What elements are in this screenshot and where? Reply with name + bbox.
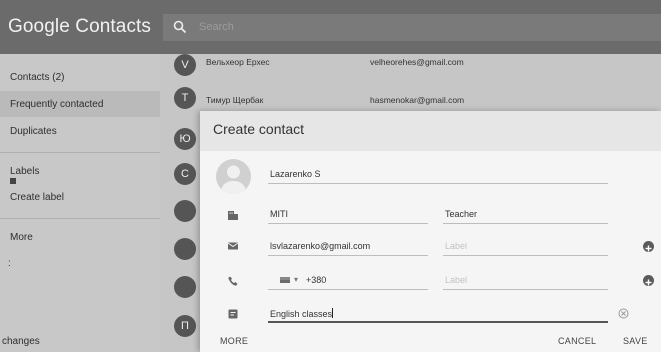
email-value: lsvlazarenko@gmail.com — [270, 241, 371, 251]
contact-avatar[interactable] — [174, 200, 196, 222]
job-title-value: Teacher — [445, 209, 478, 219]
add-phone-icon[interactable] — [643, 275, 654, 286]
building-icon — [228, 211, 238, 220]
sidebar-labels-heading: Labels — [10, 166, 40, 177]
dialog-header: Create contact — [200, 111, 661, 151]
sidebar-divider — [0, 152, 160, 153]
contact-name[interactable]: Тимур Щербак — [206, 95, 263, 105]
notes-field[interactable]: English classes — [268, 303, 608, 323]
contact-avatar[interactable]: П — [174, 315, 196, 337]
sidebar-item-colon: : — [8, 258, 11, 269]
sidebar-divider — [0, 218, 160, 219]
sidebar-item-changes[interactable]: changes — [2, 336, 40, 347]
email-icon — [227, 242, 239, 250]
notes-icon — [228, 309, 238, 319]
save-button[interactable]: SAVE — [623, 336, 648, 346]
phone-value: +380 — [306, 275, 327, 285]
search-icon[interactable] — [173, 20, 187, 34]
name-field[interactable]: Lazarenko S — [268, 164, 608, 184]
company-value: MITI — [270, 209, 288, 219]
chevron-down-icon[interactable]: ▾ — [294, 275, 298, 284]
notes-value: English classes — [270, 309, 333, 319]
phone-label-field[interactable]: Label — [443, 270, 608, 290]
phone-field[interactable]: ▾ +380 — [268, 270, 428, 290]
phone-icon — [228, 276, 238, 286]
sidebar-item-create-label[interactable]: Create label — [10, 192, 64, 203]
add-email-icon[interactable] — [643, 241, 654, 252]
search-input[interactable]: Search — [199, 21, 234, 33]
create-contact-dialog: Create contact Lazarenko S MITI Teacher … — [200, 111, 661, 352]
phone-label-placeholder: Label — [445, 275, 468, 285]
contact-avatar[interactable]: Ю — [174, 128, 196, 150]
search-bar[interactable]: Search — [163, 14, 661, 41]
sidebar-item-contacts[interactable]: Contacts (2) — [10, 72, 64, 83]
more-button[interactable]: MORE — [220, 336, 248, 346]
contact-photo[interactable] — [216, 159, 251, 194]
flag-icon[interactable] — [280, 277, 290, 283]
email-field[interactable]: lsvlazarenko@gmail.com — [268, 236, 428, 256]
name-value: Lazarenko S — [270, 169, 321, 179]
job-title-field[interactable]: Teacher — [443, 204, 608, 224]
sidebar-item-frequently-contacted[interactable]: Frequently contacted — [10, 99, 103, 110]
contact-email[interactable]: hasmenokar@gmail.com — [370, 95, 464, 105]
company-field[interactable]: MITI — [268, 204, 428, 224]
email-label-placeholder: Label — [445, 241, 468, 251]
sidebar: Contacts (2) Frequently contacted Duplic… — [0, 54, 160, 352]
email-label-field[interactable]: Label — [443, 236, 608, 256]
contact-name[interactable]: Вельхеор Ерхес — [206, 57, 270, 67]
dialog-title: Create contact — [213, 121, 305, 137]
app-title: Google Contacts — [8, 16, 152, 37]
contact-avatar[interactable]: С — [174, 163, 196, 185]
sidebar-item-more[interactable]: More — [10, 232, 33, 243]
contact-avatar[interactable]: V — [174, 54, 196, 76]
person-icon — [221, 165, 246, 194]
contact-avatar[interactable] — [174, 276, 196, 298]
label-icon — [10, 178, 16, 184]
app-header: Google Contacts Search — [0, 0, 661, 54]
text-cursor — [332, 308, 334, 318]
cancel-button[interactable]: CANCEL — [558, 336, 596, 346]
sidebar-item-duplicates[interactable]: Duplicates — [10, 126, 57, 137]
clear-icon[interactable] — [618, 308, 629, 319]
contact-avatar[interactable]: Т — [174, 87, 196, 109]
contact-email[interactable]: velheorehes@gmail.com — [370, 57, 464, 67]
contact-avatar[interactable] — [174, 238, 196, 260]
